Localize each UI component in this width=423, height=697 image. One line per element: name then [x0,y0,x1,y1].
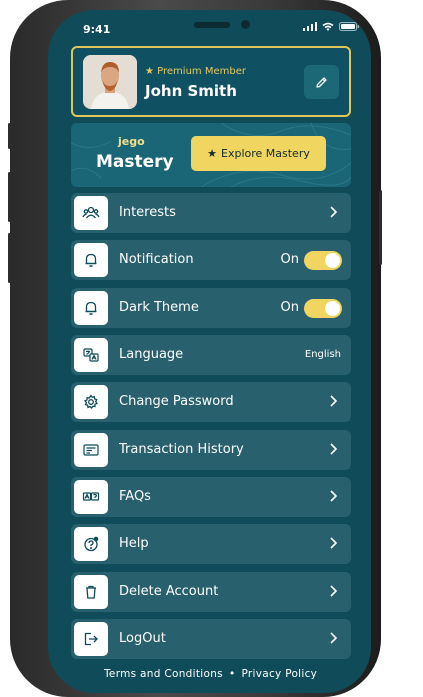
menu-label: Help [119,536,149,551]
chevron-right-icon [330,395,338,407]
terms-link[interactable]: Terms and Conditions [104,668,223,680]
menu-label: Change Password [119,394,234,409]
user-photo-icon [83,55,137,109]
status-icons [303,22,359,31]
dark-theme-state: On [280,300,299,315]
people-icon [74,196,108,230]
menu-label: Delete Account [119,584,219,599]
explore-mastery-label: Explore Mastery [221,147,310,160]
battery-icon [339,22,359,31]
dark-theme-toggle[interactable] [304,299,342,318]
speaker-grille [194,22,230,28]
menu-label: Interests [119,205,176,220]
status-time: 9:41 [83,23,111,36]
user-name: John Smith [145,82,237,100]
premium-label: Premium Member [157,66,246,77]
language-value: English [304,349,341,360]
menu-label: Language [119,347,184,362]
volume-up-button [8,172,11,222]
menu-item-help[interactable]: Help [71,524,351,564]
privacy-link[interactable]: Privacy Policy [241,668,317,680]
explore-mastery-button[interactable]: ★ Explore Mastery [191,136,326,171]
menu-label: Transaction History [119,442,244,457]
menu-label: FAQs [119,489,151,504]
chevron-right-icon [330,537,338,549]
signal-icon [303,22,317,31]
power-button [379,190,382,265]
menu-item-dark-theme[interactable]: Dark Theme On [71,288,351,328]
volume-down-button [8,233,11,283]
notification-toggle[interactable] [304,251,342,270]
premium-badge: ★ Premium Member [145,66,246,77]
translate-icon [74,338,108,372]
avatar [83,55,137,109]
toggle-knob [325,253,340,268]
menu-item-transaction-history[interactable]: Transaction History [71,430,351,470]
footer-links: Terms and Conditions • Privacy Policy [104,668,317,680]
menu-label: Dark Theme [119,300,199,315]
camera-dot [241,20,250,29]
menu-label: Notification [119,252,194,267]
mute-switch [8,123,11,149]
notification-state: On [280,252,299,267]
logout-icon [74,622,108,656]
menu-item-delete-account[interactable]: Delete Account [71,572,351,612]
chevron-right-icon [330,206,338,218]
jego-logo: jego [118,135,145,148]
bell-icon [74,243,108,277]
profile-card: ★ Premium Member John Smith [71,46,351,117]
chevron-right-icon [330,585,338,597]
bell-icon [74,291,108,325]
menu-item-change-password[interactable]: Change Password [71,382,351,422]
menu-item-language[interactable]: Language English [71,335,351,375]
mastery-title: Mastery [96,152,174,172]
star-icon: ★ [207,147,217,160]
mastery-banner: jego Mastery ★ Explore Mastery [71,123,351,187]
gear-icon [74,385,108,419]
menu-item-notification[interactable]: Notification On [71,240,351,280]
menu-item-logout[interactable]: LogOut [71,619,351,659]
chevron-right-icon [330,632,338,644]
chevron-right-icon [330,443,338,455]
menu-item-interests[interactable]: Interests [71,193,351,233]
faq-icon [74,480,108,514]
star-icon: ★ [145,66,154,77]
trash-icon [74,575,108,609]
footer-separator: • [228,668,236,680]
chevron-right-icon [330,490,338,502]
pencil-icon [316,76,327,88]
wifi-icon [322,22,334,31]
edit-profile-button[interactable] [304,65,339,99]
menu-item-faqs[interactable]: FAQs [71,477,351,517]
toggle-knob [325,301,340,316]
help-icon [74,527,108,561]
menu-label: LogOut [119,631,166,646]
receipt-icon [74,433,108,467]
